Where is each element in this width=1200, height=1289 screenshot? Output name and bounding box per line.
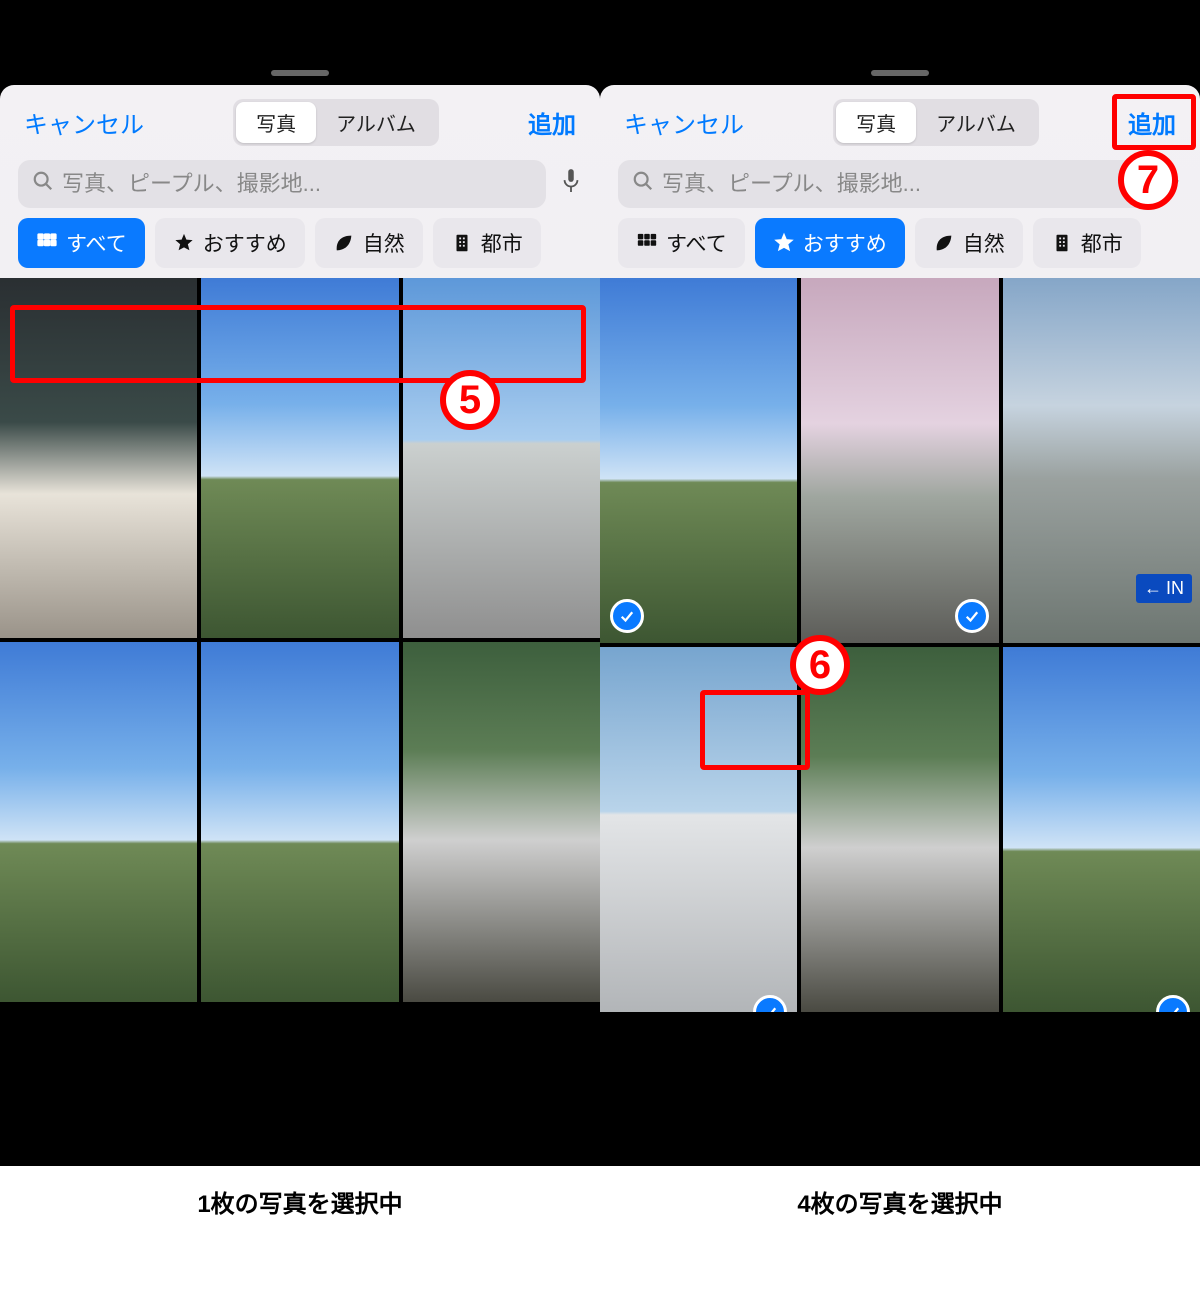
photo-thumbnail[interactable] [801, 647, 998, 1012]
photo-thumbnail[interactable] [201, 642, 398, 1002]
filter-featured-label: おすすめ [203, 228, 287, 258]
sheet-handle[interactable] [271, 70, 329, 76]
segmented-control[interactable]: 写真 アルバム [233, 99, 439, 146]
cancel-button[interactable]: キャンセル [18, 101, 150, 144]
filter-bar: すべて おすすめ 自然 都市 [600, 218, 1200, 278]
nav-bar: キャンセル 写真 アルバム 追加 [600, 85, 1200, 154]
filter-nature[interactable]: 自然 [315, 218, 423, 268]
photo-thumbnail[interactable] [600, 278, 797, 643]
filter-city[interactable]: 都市 [433, 218, 541, 268]
phone-left: キャンセル 写真 アルバム 追加 すべて [0, 0, 600, 1289]
star-icon [773, 232, 795, 254]
sheet-handle[interactable] [871, 70, 929, 76]
segment-albums[interactable]: アルバム [316, 102, 436, 143]
photo-grid-row1 [0, 278, 600, 638]
search-field[interactable] [18, 160, 546, 208]
photo-thumbnail[interactable] [600, 647, 797, 1012]
in-sign: ←IN [1136, 574, 1192, 603]
filter-nature-label: 自然 [963, 228, 1005, 258]
cancel-button[interactable]: キャンセル [618, 101, 750, 144]
search-input[interactable] [662, 171, 1132, 197]
filter-all[interactable]: すべて [18, 218, 145, 268]
photo-thumbnail[interactable]: ←IN [1003, 278, 1200, 643]
search-icon [632, 170, 654, 198]
filter-nature[interactable]: 自然 [915, 218, 1023, 268]
leaf-icon [333, 232, 355, 254]
mic-icon[interactable] [1160, 167, 1182, 201]
segmented-control[interactable]: 写真 アルバム [833, 99, 1039, 146]
selected-check-icon [610, 599, 644, 633]
star-icon [173, 232, 195, 254]
building-icon [1051, 232, 1073, 254]
photo-thumbnail[interactable] [0, 642, 197, 1002]
segment-albums[interactable]: アルバム [916, 102, 1036, 143]
selected-check-icon [955, 599, 989, 633]
filter-all-label: すべて [666, 228, 727, 258]
search-field[interactable] [618, 160, 1146, 208]
search-icon [32, 170, 54, 198]
search-row [600, 154, 1200, 218]
phone-right: キャンセル 写真 アルバム 追加 すべて [600, 0, 1200, 1289]
filter-city-label: 都市 [1081, 228, 1123, 258]
selection-count: 4枚の写真を選択中 [600, 1166, 1200, 1289]
photo-thumbnail[interactable] [0, 278, 197, 638]
segment-photos[interactable]: 写真 [836, 102, 916, 143]
filter-city[interactable]: 都市 [1033, 218, 1141, 268]
selection-count: 1枚の写真を選択中 [0, 1166, 600, 1289]
building-icon [451, 232, 473, 254]
filter-featured-label: おすすめ [803, 228, 887, 258]
photo-grid-row1: ←IN [600, 278, 1200, 643]
mic-icon[interactable] [560, 167, 582, 201]
photo-thumbnail[interactable] [801, 278, 998, 643]
filter-bar: すべて おすすめ 自然 都市 [0, 218, 600, 278]
photo-picker-sheet: キャンセル 写真 アルバム 追加 すべて [0, 85, 600, 1289]
grid-icon [36, 232, 58, 254]
photo-picker-sheet: キャンセル 写真 アルバム 追加 すべて [600, 85, 1200, 1289]
photo-thumbnail[interactable] [1003, 647, 1200, 1012]
nav-bar: キャンセル 写真 アルバム 追加 [0, 85, 600, 154]
photo-grid-row2 [0, 642, 600, 1002]
filter-all[interactable]: すべて [618, 218, 745, 268]
grid-icon [636, 232, 658, 254]
filter-nature-label: 自然 [363, 228, 405, 258]
leaf-icon [933, 232, 955, 254]
filter-city-label: 都市 [481, 228, 523, 258]
filter-featured[interactable]: おすすめ [755, 218, 905, 268]
filter-featured[interactable]: おすすめ [155, 218, 305, 268]
filter-all-label: すべて [66, 228, 127, 258]
photo-thumbnail[interactable] [403, 278, 600, 638]
segment-photos[interactable]: 写真 [236, 102, 316, 143]
photo-thumbnail[interactable] [403, 642, 600, 1002]
search-row [0, 154, 600, 218]
photo-grid-row2 [600, 647, 1200, 1012]
add-button[interactable]: 追加 [522, 101, 582, 144]
photo-thumbnail[interactable] [201, 278, 398, 638]
add-button[interactable]: 追加 [1122, 101, 1182, 144]
search-input[interactable] [62, 171, 532, 197]
